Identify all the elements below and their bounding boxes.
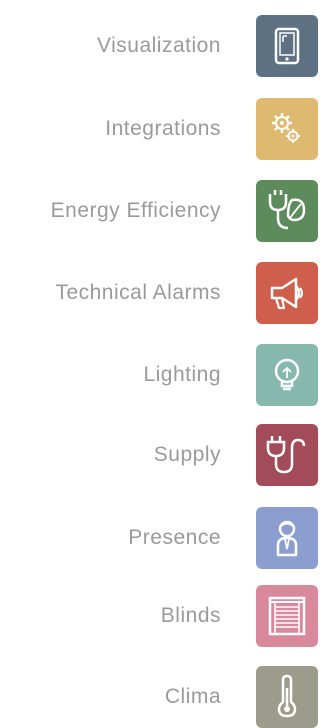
menu-item-blinds[interactable]: Blinds	[0, 585, 318, 647]
menu-item-label: Technical Alarms	[55, 281, 221, 304]
tablet-icon[interactable]	[256, 15, 318, 77]
menu-item-visualization[interactable]: Visualization	[0, 15, 318, 77]
thermometer-icon[interactable]	[256, 666, 318, 728]
menu-item-technical-alarms[interactable]: Technical Alarms	[0, 262, 318, 324]
menu-item-energy-efficiency[interactable]: Energy Efficiency	[0, 180, 318, 242]
plug-cable-icon[interactable]	[256, 424, 318, 486]
megaphone-icon[interactable]	[256, 262, 318, 324]
menu-item-clima[interactable]: Clima	[0, 666, 318, 728]
menu-item-presence[interactable]: Presence	[0, 507, 318, 569]
menu-item-label: Presence	[128, 526, 221, 549]
menu-item-lighting[interactable]: Lighting	[0, 344, 318, 406]
lightbulb-icon[interactable]	[256, 344, 318, 406]
menu-item-label: Blinds	[160, 604, 221, 627]
menu-item-label: Visualization	[96, 34, 221, 57]
gears-icon[interactable]	[256, 98, 318, 160]
menu-item-label: Supply	[153, 443, 221, 466]
person-icon[interactable]	[256, 507, 318, 569]
menu-item-label: Integrations	[105, 117, 221, 140]
blinds-icon[interactable]	[256, 585, 318, 647]
menu-item-supply[interactable]: Supply	[0, 424, 318, 486]
menu-item-label: Energy Efficiency	[50, 199, 221, 222]
menu-item-integrations[interactable]: Integrations	[0, 98, 318, 160]
menu-item-label: Lighting	[143, 363, 221, 386]
plug-leaf-icon[interactable]	[256, 180, 318, 242]
menu-item-label: Clima	[164, 685, 221, 708]
